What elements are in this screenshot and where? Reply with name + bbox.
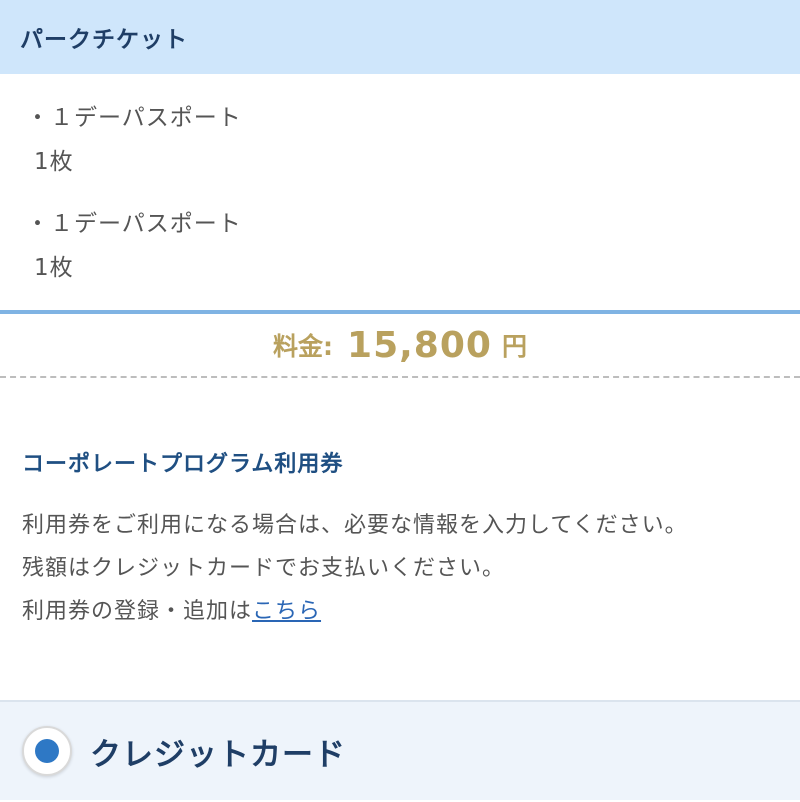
payment-option-credit-card[interactable]: クレジットカード	[0, 700, 800, 800]
credit-card-label: クレジットカード	[90, 736, 346, 773]
coupon-balance-note: 残額はクレジットカードでお支払いください。	[22, 556, 506, 581]
coupon-register-link[interactable]: こちら	[252, 599, 321, 624]
price-summary: 料金: 15,800 円	[0, 314, 800, 378]
coupon-register-text: 利用券の登録・追加は	[22, 599, 253, 624]
coupon-heading: コーポレートプログラム利用券	[22, 452, 344, 477]
credit-card-radio[interactable]	[22, 726, 72, 776]
ticket-quantity: 1枚	[34, 255, 74, 281]
park-ticket-header: パークチケット	[0, 0, 800, 74]
ticket-list: ・１デーパスポート 1枚 ・１デーパスポート 1枚	[0, 74, 800, 310]
coupon-section: コーポレートプログラム利用券 利用券をご利用になる場合は、必要な情報を入力してく…	[0, 378, 800, 700]
coupon-register-line: 利用券の登録・追加はこちら	[22, 590, 778, 633]
park-ticket-title: パークチケット	[20, 27, 188, 53]
price-amount: 15,800	[347, 324, 492, 366]
list-item: ・１デーパスポート 1枚	[26, 202, 774, 290]
ticket-quantity: 1枚	[34, 149, 74, 175]
list-item: ・１デーパスポート 1枚	[26, 96, 774, 184]
radio-selected-dot	[35, 739, 59, 763]
ticket-name: ・１デーパスポート	[26, 105, 242, 131]
coupon-instruction: 利用券をご利用になる場合は、必要な情報を入力してください。	[22, 513, 688, 538]
price-unit: 円	[501, 332, 527, 361]
ticket-name: ・１デーパスポート	[26, 211, 242, 237]
price-label: 料金:	[273, 332, 334, 361]
